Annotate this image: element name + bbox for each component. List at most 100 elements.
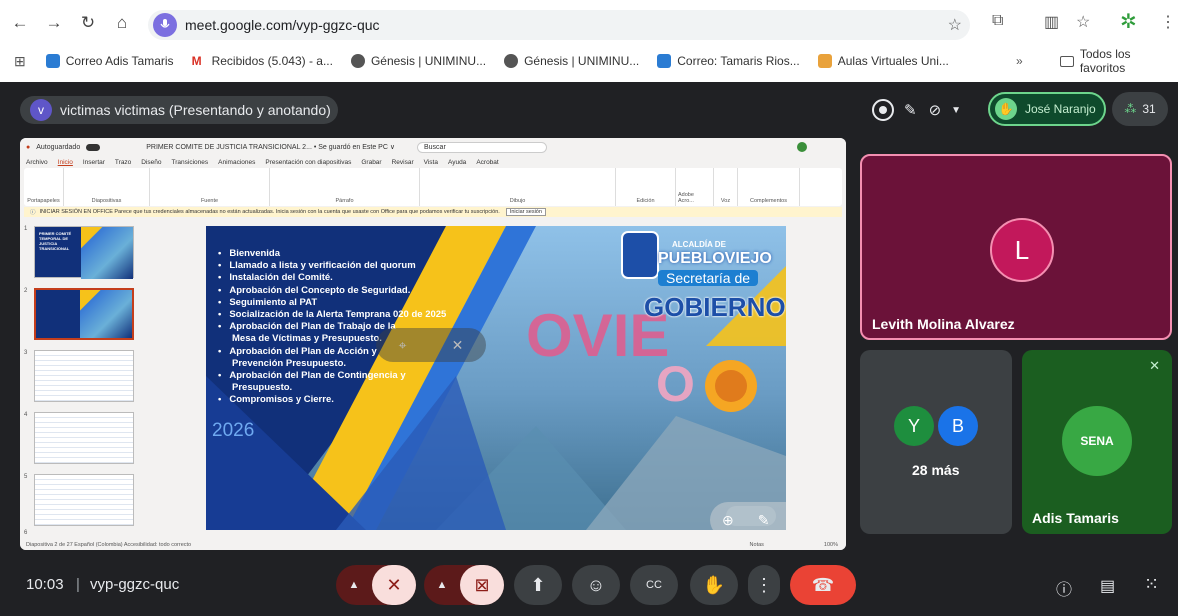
annotate-icon[interactable]: ✎ bbox=[904, 101, 917, 119]
ribbon-group-label: Adobe Acro... bbox=[678, 192, 694, 204]
autosave-label: Autoguardado bbox=[36, 143, 81, 151]
slide-thumbnail[interactable] bbox=[34, 412, 134, 464]
address-bar[interactable]: meet.google.com/vyp-ggzc-quc ☆ bbox=[148, 10, 970, 40]
activities-icon[interactable]: ⁙ bbox=[1144, 574, 1159, 595]
presenter-label: victimas victimas (Presentando y anotand… bbox=[60, 102, 331, 118]
record-icon[interactable] bbox=[872, 99, 894, 121]
sena-logo: SENA bbox=[1062, 406, 1132, 476]
people-icon: ⁂ bbox=[1124, 102, 1137, 116]
outlook-icon bbox=[657, 54, 672, 68]
raise-hand-button[interactable]: ✋ bbox=[690, 565, 738, 605]
zoom-controls: ⊕ ✎ ⤢ bbox=[710, 502, 786, 530]
bookmark-item[interactable]: Génesis | UNIMINU... bbox=[350, 54, 486, 68]
profile-icon[interactable]: ✲ bbox=[1120, 9, 1137, 34]
info-icon: ⓘ bbox=[30, 210, 36, 216]
pointer-off-icon[interactable]: ⌖ bbox=[399, 337, 407, 354]
slide-thumbnail[interactable]: PRIMER COMITÉ TEMPORAL DE JUSTICIA TRANS… bbox=[34, 226, 134, 279]
present-button[interactable]: ⬆ bbox=[514, 565, 562, 605]
mic-off-button[interactable]: ✕ bbox=[372, 565, 416, 605]
site-info-icon[interactable] bbox=[153, 13, 177, 37]
participants-count-value: 31 bbox=[1142, 102, 1156, 116]
participant-tile-adis[interactable]: ✕ SENA Adis Tamaris bbox=[1022, 350, 1172, 534]
reading-mode-icon[interactable]: ▥ bbox=[1044, 12, 1059, 32]
ppt-menu-item[interactable]: Vista bbox=[424, 159, 438, 166]
ppt-menu-item[interactable]: Archivo bbox=[26, 159, 48, 166]
agenda-item: Aprobación del Concepto de Seguridad. bbox=[218, 285, 446, 297]
bookmark-label: Correo: Tamaris Rios... bbox=[677, 54, 800, 68]
end-call-button[interactable]: ☎ bbox=[790, 565, 856, 605]
chat-icon[interactable]: ▤ bbox=[1100, 576, 1115, 596]
ppt-menu-item[interactable]: Diseño bbox=[141, 159, 161, 166]
slide-thumbnail[interactable] bbox=[34, 350, 134, 402]
slide-thumbnail[interactable] bbox=[34, 474, 134, 526]
bookmark-star-icon[interactable]: ☆ bbox=[948, 15, 962, 35]
ppt-menu-item[interactable]: Trazo bbox=[115, 159, 131, 166]
ppt-menu-item[interactable]: Grabar bbox=[361, 159, 381, 166]
home-icon[interactable]: ⌂ bbox=[108, 9, 136, 37]
participants-count[interactable]: ⁂ 31 bbox=[1112, 92, 1168, 126]
mic-options-chevron[interactable]: ▲ bbox=[336, 579, 372, 591]
ppt-avatar[interactable] bbox=[796, 142, 807, 152]
meeting-code: vyp-ggzc-quc bbox=[90, 576, 180, 593]
ppt-menu-item[interactable]: Ayuda bbox=[448, 159, 466, 166]
notification-text: INICIAR SESIÓN EN OFFICE Parece que tus … bbox=[39, 209, 500, 215]
zoom-level[interactable]: 100% bbox=[824, 542, 838, 548]
bookmark-item[interactable]: M Recibidos (5.043) - a... bbox=[191, 54, 333, 68]
captions-button[interactable]: CC bbox=[630, 565, 678, 605]
ppt-menu-item[interactable]: Insertar bbox=[83, 159, 105, 166]
zoom-icon[interactable]: ⊕ bbox=[722, 512, 734, 529]
notes-button[interactable]: Notas bbox=[750, 542, 764, 548]
participant-tile-levith[interactable]: L Levith Molina Alvarez bbox=[860, 154, 1172, 340]
reload-icon[interactable]: ↻ bbox=[74, 9, 102, 37]
all-favorites[interactable]: Todos los favoritos bbox=[1060, 47, 1178, 75]
participant-tile-others[interactable]: Y B 28 más bbox=[860, 350, 1012, 534]
browser-toolbar: ← → ↻ ⌂ meet.google.com/vyp-ggzc-quc ☆ ⧉… bbox=[0, 0, 1178, 46]
signin-button[interactable]: Iniciar sesión bbox=[505, 208, 546, 216]
bookmark-item[interactable]: Correo Adis Tamaris bbox=[45, 54, 174, 68]
apps-icon[interactable]: ⊞ bbox=[14, 53, 26, 70]
thumb-number: 1 bbox=[24, 226, 28, 232]
puebloviejo-text: PUEBLOVIEJO bbox=[658, 250, 772, 267]
back-icon[interactable]: ← bbox=[6, 9, 34, 37]
bookmark-item[interactable]: Aulas Virtuales Uni... bbox=[817, 54, 949, 68]
bookmark-label: Correo Adis Tamaris bbox=[65, 54, 174, 68]
slide-thumbnail-selected[interactable] bbox=[34, 288, 134, 340]
ppt-menu-item[interactable]: Animaciones bbox=[218, 159, 255, 166]
raised-hand-name: José Naranjo bbox=[1025, 102, 1096, 116]
mic-off-icon[interactable]: ✕ bbox=[452, 337, 464, 354]
extensions-icon[interactable]: ⧉ bbox=[992, 12, 1003, 30]
ribbon-group: Párrafo bbox=[270, 168, 420, 206]
more-bookmarks-chevron[interactable]: » bbox=[1016, 54, 1023, 68]
stop-sharing-icon[interactable]: ⊘ bbox=[929, 101, 942, 119]
ppt-status-text: Diapositiva 2 de 27 Español (Colombia) A… bbox=[26, 542, 192, 548]
chevron-down-icon[interactable]: ▼ bbox=[951, 105, 961, 116]
bookmark-label: Aulas Virtuales Uni... bbox=[837, 54, 949, 68]
camera-group: ▲ ⊠ bbox=[424, 565, 504, 605]
info-icon[interactable]: ⓘ bbox=[1056, 576, 1072, 600]
ribbon-group-label: Complementos bbox=[750, 198, 787, 204]
ribbon-group: Voz bbox=[714, 168, 738, 206]
ppt-menu-item[interactable]: Acrobat bbox=[476, 159, 498, 166]
more-options-button[interactable]: ⋮ bbox=[748, 565, 780, 605]
participant-name: Levith Molina Alvarez bbox=[872, 316, 1015, 332]
ppt-menu-item[interactable]: Transiciones bbox=[172, 159, 209, 166]
raised-hand-chip[interactable]: ✋ José Naranjo bbox=[988, 92, 1106, 126]
thumb-number: 6 bbox=[24, 530, 28, 536]
ppt-menu-item[interactable]: Revisar bbox=[392, 159, 414, 166]
menu-icon[interactable]: ⋮ bbox=[1160, 12, 1176, 32]
bookmark-item[interactable]: Génesis | UNIMINU... bbox=[504, 54, 639, 68]
svg-text:O: O bbox=[656, 356, 695, 412]
ppt-menu-item[interactable]: Inicio bbox=[58, 159, 73, 166]
camera-off-button[interactable]: ⊠ bbox=[460, 565, 504, 605]
favorites-icon[interactable]: ☆ bbox=[1076, 12, 1090, 32]
edit-icon[interactable]: ✎ bbox=[758, 512, 770, 529]
emoji-button[interactable]: ☺ bbox=[572, 565, 620, 605]
forward-icon[interactable]: → bbox=[40, 9, 68, 37]
current-slide: OVIE O ALCALDÍA DE PUEBLOVIEJO Secretarí… bbox=[206, 226, 786, 530]
ppt-search[interactable]: Buscar bbox=[416, 141, 547, 153]
autosave-toggle[interactable] bbox=[86, 143, 101, 151]
ppt-statusbar: Diapositiva 2 de 27 Español (Colombia) A… bbox=[20, 540, 846, 550]
camera-options-chevron[interactable]: ▲ bbox=[424, 579, 460, 591]
ppt-menu-item[interactable]: Presentación con diapositivas bbox=[265, 159, 351, 166]
bookmark-item[interactable]: Correo: Tamaris Rios... bbox=[657, 54, 800, 68]
